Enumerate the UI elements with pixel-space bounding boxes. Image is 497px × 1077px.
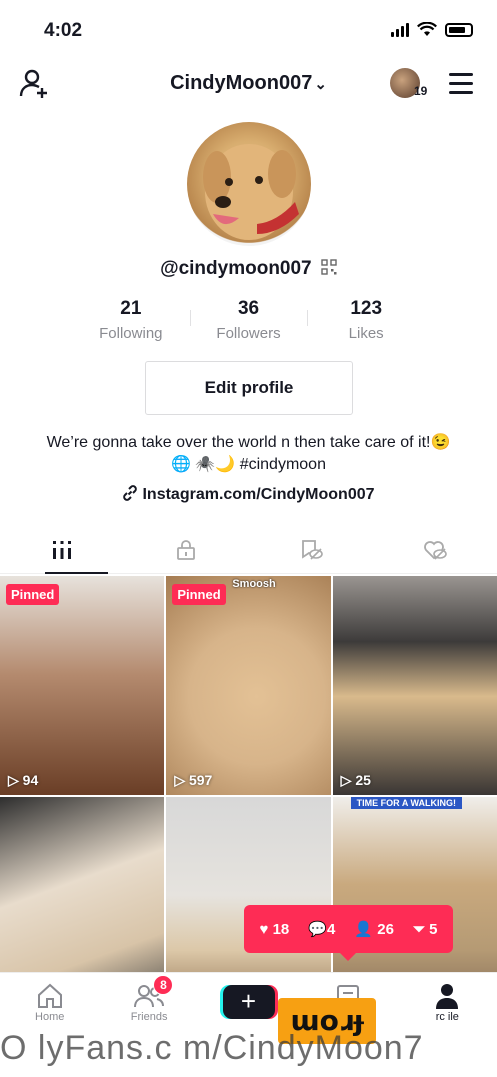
tab-private[interactable]: [124, 526, 248, 573]
wifi-icon: [417, 22, 437, 36]
video-caption: TIME FOR A WALKING!: [350, 797, 462, 809]
pinned-badge: Pinned: [6, 584, 60, 605]
profile-bio: We’re gonna take over the world n then t…: [46, 434, 451, 473]
notif-likes: ♥ 18: [259, 920, 290, 938]
pinned-badge: Pinned: [172, 584, 226, 605]
profile-handle[interactable]: @cindymoon007: [0, 258, 497, 280]
battery-icon: [445, 22, 473, 37]
notif-likes-value: 18: [272, 920, 290, 938]
qr-code-icon[interactable]: [321, 259, 337, 275]
notif-comments: 💬4: [308, 921, 336, 938]
video-thumbnail[interactable]: ▷ 25: [332, 576, 497, 795]
view-count-value: 94: [22, 772, 39, 788]
profile-link[interactable]: Instagram.com/CindyMoon007: [0, 485, 497, 504]
activity-notification[interactable]: ♥ 18 💬4 👤 26 ⏷ 5: [244, 905, 453, 961]
content-tabs: [0, 526, 497, 574]
link-icon: [123, 485, 138, 501]
edit-profile-button[interactable]: Edit profile: [145, 361, 353, 415]
profile-stats: 21 Following 36 Followers 123 Likes: [72, 298, 425, 342]
tab-videos[interactable]: [0, 526, 124, 574]
notif-followers: 👤 26: [354, 921, 394, 938]
likes-stat[interactable]: 123 Likes: [307, 298, 425, 342]
following-count: 21: [120, 298, 142, 319]
handle-text: @cindymoon007: [160, 258, 312, 279]
view-count: ▷ 25: [340, 772, 371, 788]
followers-count: 36: [237, 298, 260, 319]
home-icon: [37, 983, 62, 1008]
grid-icon: [53, 540, 72, 559]
profile-icon: [436, 984, 459, 1009]
likes-label: Likes: [348, 325, 384, 342]
header-username: CindyMoon007: [170, 72, 313, 94]
status-time: 4:02: [44, 20, 83, 41]
following-label: Following: [99, 325, 163, 342]
link-text: Instagram.com/CindyMoon007: [142, 486, 375, 503]
following-stat[interactable]: 21 Following: [72, 298, 190, 342]
video-thumbnail[interactable]: Pinned ▷ 94: [0, 576, 165, 795]
heart-hidden-icon: [423, 540, 447, 560]
status-icons: [391, 22, 473, 37]
chevron-down-icon: ⌄: [314, 76, 327, 93]
bookmark-hidden-icon: [301, 539, 323, 560]
tab-liked[interactable]: [373, 526, 497, 573]
watermark-text: O lyFans.c m/CindyMoon7: [0, 1029, 424, 1067]
nav-home-label: Home: [35, 1011, 65, 1023]
view-count-value: 25: [355, 772, 371, 788]
tab-favorites[interactable]: [249, 526, 373, 573]
nav-friends-label: Friends: [130, 1011, 168, 1023]
dog-photo: [203, 144, 299, 240]
view-count-value: 597: [188, 772, 213, 788]
profile-visitors-count: 19: [414, 84, 428, 98]
view-count: ▷ 94: [8, 772, 39, 788]
likes-count: 123: [350, 298, 383, 319]
menu-icon[interactable]: [449, 73, 473, 100]
profile-header: CindyMoon007 ⌄ 19: [0, 60, 497, 110]
avatar[interactable]: [187, 122, 311, 246]
video-thumbnail[interactable]: Pinned Smoosh ▷ 597: [166, 576, 331, 795]
signal-icon: [391, 22, 409, 37]
plus-icon: +: [222, 985, 275, 1019]
lock-icon: [177, 539, 196, 560]
notif-comments-value: 4: [327, 921, 336, 938]
status-bar: 4:02: [0, 0, 497, 60]
video-caption: Smoosh: [232, 578, 276, 590]
notif-mentions: ⏷ 5: [412, 920, 438, 938]
notif-followers-value: 26: [377, 921, 394, 938]
followers-label: Followers: [216, 325, 281, 342]
notif-mentions-value: 5: [429, 920, 438, 938]
view-count: ▷ 597: [174, 772, 213, 788]
followers-stat[interactable]: 36 Followers: [189, 298, 308, 342]
friends-badge: 8: [153, 975, 174, 995]
nav-profile-label: rc ile: [435, 1011, 459, 1023]
